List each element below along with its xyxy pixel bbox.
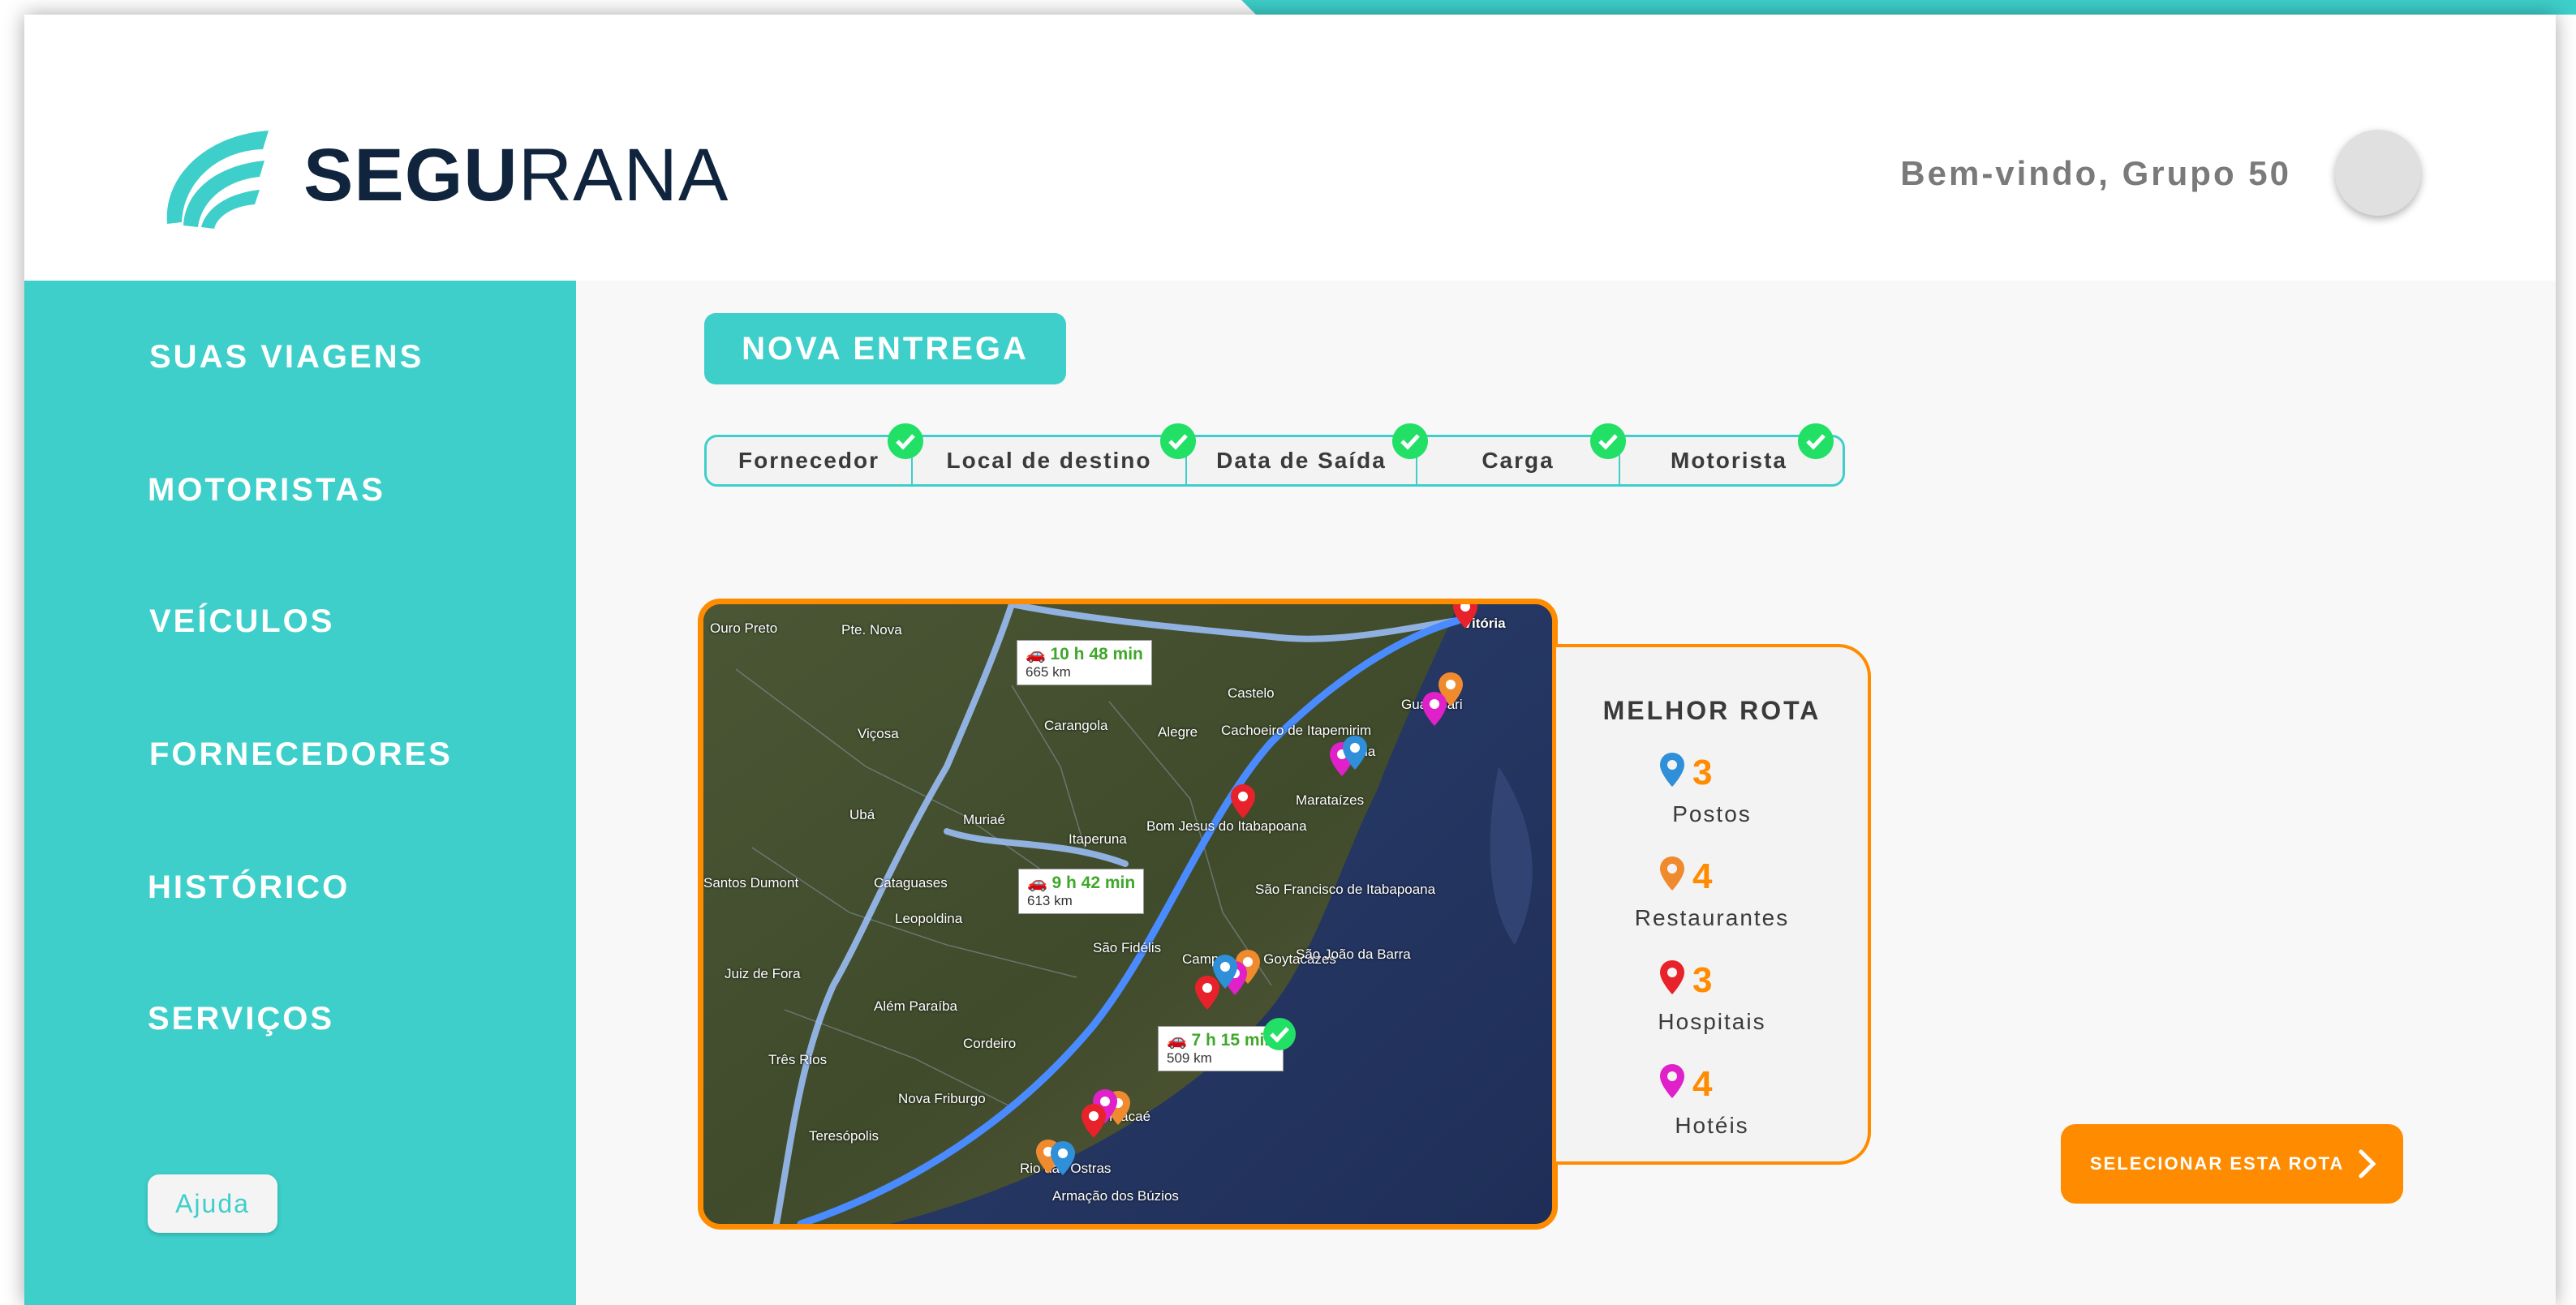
- new-delivery-button[interactable]: NOVA ENTREGA: [704, 313, 1066, 384]
- hotel-label: Hotéis: [1675, 1113, 1749, 1138]
- check-icon: [1160, 423, 1196, 459]
- main-content: NOVA ENTREGA Fornecedor Local de destino…: [576, 281, 2556, 1305]
- map-place-label: Itaperuna: [1069, 831, 1127, 847]
- hospital-pin-icon[interactable]: [1231, 784, 1255, 818]
- best-route-panel: MELHOR ROTA 3 Postos 4 Restaurantes 3 Ho…: [1556, 644, 1871, 1165]
- sidebar-item-motoristas[interactable]: MOTORISTAS: [148, 472, 385, 509]
- check-icon: [1590, 423, 1626, 459]
- selected-route-check-icon: [1263, 1018, 1296, 1050]
- step-data-de-saida[interactable]: Data de Saída: [1187, 437, 1416, 484]
- hospital-count: 3: [1692, 960, 1713, 1000]
- hospital-pin-icon: [1660, 960, 1684, 994]
- gas-station-label: Postos: [1672, 801, 1752, 826]
- top-accent-strip: [1256, 0, 2576, 15]
- hospital-label: Hospitais: [1658, 1009, 1766, 1034]
- check-icon: [1798, 423, 1834, 459]
- map-place-label: Além Paraíba: [874, 998, 957, 1014]
- select-route-label: SELECIONAR ESTA ROTA: [2090, 1153, 2345, 1174]
- sidebar-item-historico[interactable]: HISTÓRICO: [148, 869, 350, 906]
- map-place-label: São Francisco de Itabapoana: [1255, 882, 1436, 897]
- map-place-label: Ubá: [849, 807, 875, 822]
- gas-station-pin-icon[interactable]: [1051, 1141, 1075, 1175]
- sidebar-item-veiculos[interactable]: VEÍCULOS: [149, 603, 334, 640]
- map-place-label: Alegre: [1158, 724, 1198, 740]
- hotel-pin-icon[interactable]: [1422, 692, 1447, 726]
- destination-pin-icon[interactable]: [1453, 599, 1477, 629]
- gas-station-count: 3: [1692, 753, 1713, 792]
- map-place-label: Cordeiro: [963, 1036, 1017, 1051]
- sidebar-item-servicos[interactable]: SERVIÇOS: [148, 1001, 334, 1037]
- chevron-right-icon: [2359, 1149, 2376, 1178]
- map-place-label: São João da Barra: [1296, 947, 1411, 962]
- step-carga[interactable]: Carga: [1417, 437, 1619, 484]
- hospital-pin-icon[interactable]: [1082, 1104, 1106, 1138]
- car-icon: 🚗: [1027, 874, 1047, 892]
- brand-wordmark: SEGURANA: [303, 134, 729, 217]
- map-place-label: Cataguases: [874, 875, 948, 891]
- map-place-label: Leopoldina: [895, 911, 963, 926]
- help-button[interactable]: Ajuda: [148, 1174, 277, 1233]
- sidebar: SUAS VIAGENS MOTORISTAS VEÍCULOS FORNECE…: [24, 281, 576, 1305]
- user-avatar[interactable]: [2335, 130, 2421, 216]
- step-fornecedor[interactable]: Fornecedor: [707, 437, 911, 484]
- map-place-label: Bom Jesus do Itabapoana: [1146, 818, 1307, 834]
- step-local-de-destino[interactable]: Local de destino: [913, 437, 1185, 484]
- map-place-label: Viçosa: [858, 726, 899, 741]
- map-place-label: Teresópolis: [809, 1128, 879, 1144]
- map-place-label: Carangola: [1044, 718, 1108, 733]
- map-place-label: Armação dos Búzios: [1052, 1188, 1179, 1204]
- map-place-label: São Fidélis: [1093, 940, 1162, 955]
- welcome-message: Bem-vindo, Grupo 50: [1900, 154, 2291, 192]
- check-icon: [888, 423, 923, 459]
- wing-logo-icon: [166, 131, 269, 229]
- map-place-label: Castelo: [1228, 685, 1275, 701]
- gas-station-pin-icon[interactable]: [1343, 736, 1367, 770]
- restaurant-count: 4: [1692, 856, 1713, 896]
- map-place-label: Ouro Preto: [710, 620, 778, 636]
- sidebar-item-suas-viagens[interactable]: SUAS VIAGENS: [149, 339, 424, 376]
- hotel-pin-icon: [1660, 1064, 1684, 1098]
- map-place-label: Marataízes: [1296, 792, 1365, 808]
- best-route-title: MELHOR ROTA: [1602, 696, 1821, 725]
- app-window: SEGURANA Bem-vindo, Grupo 50 SUAS VIAGEN…: [24, 15, 2556, 1305]
- route-map[interactable]: Ouro Preto Pte. Nova Viçosa Carangola Al…: [698, 599, 1558, 1230]
- check-icon: [1392, 423, 1428, 459]
- car-icon: 🚗: [1167, 1032, 1187, 1050]
- map-place-label: Três Rios: [768, 1052, 828, 1067]
- map-place-label: Juiz de Fora: [725, 966, 801, 981]
- sidebar-item-fornecedores[interactable]: FORNECEDORES: [149, 736, 453, 773]
- brand-logo[interactable]: SEGURANA: [159, 110, 768, 240]
- restaurant-label: Restaurantes: [1634, 905, 1790, 930]
- map-place-label: Santos Dumont: [703, 875, 799, 891]
- route-option-2[interactable]: 🚗 9 h 42 min 613 km: [1018, 869, 1145, 914]
- car-icon: 🚗: [1026, 646, 1046, 663]
- hospital-pin-icon[interactable]: [1195, 976, 1219, 1010]
- map-place-label: Nova Friburgo: [898, 1091, 986, 1106]
- map-place-label: Pte. Nova: [841, 622, 902, 637]
- gas-station-pin-icon: [1660, 753, 1684, 787]
- select-route-button[interactable]: SELECIONAR ESTA ROTA: [2061, 1124, 2403, 1204]
- route-option-1[interactable]: 🚗 10 h 48 min 665 km: [1017, 640, 1152, 685]
- restaurant-pin-icon: [1660, 856, 1684, 891]
- map-place-label: Muriaé: [963, 812, 1005, 827]
- step-progress-bar: Fornecedor Local de destino Data de Saíd…: [704, 435, 1845, 487]
- hotel-count: 4: [1692, 1064, 1713, 1104]
- header: SEGURANA Bem-vindo, Grupo 50: [24, 15, 2556, 281]
- top-accent-diagonal: [1241, 0, 1256, 15]
